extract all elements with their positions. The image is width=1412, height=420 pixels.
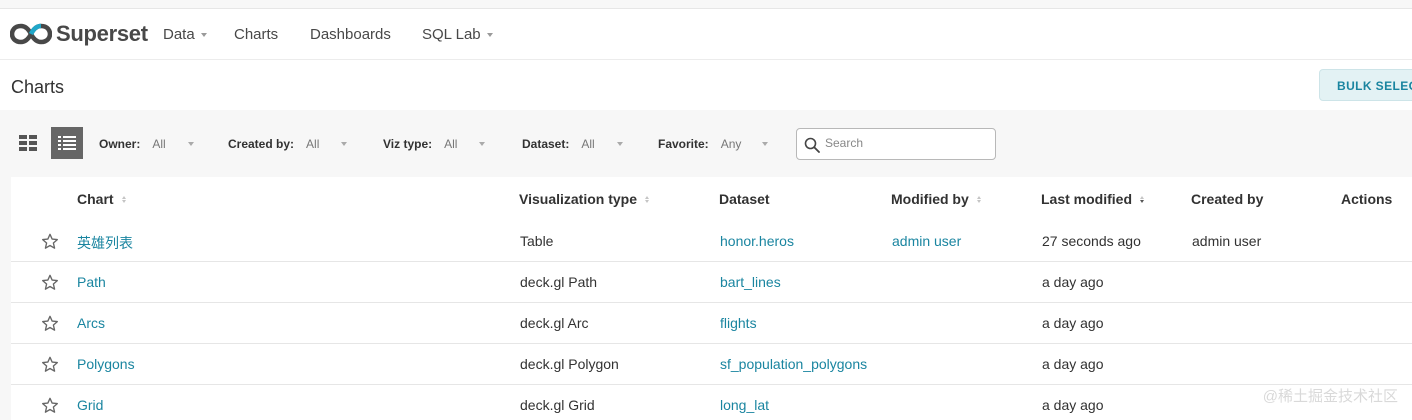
chart-name-link[interactable]: Arcs bbox=[77, 315, 105, 331]
star-icon[interactable] bbox=[41, 315, 59, 332]
viz-type-cell: deck.gl Path bbox=[520, 274, 598, 290]
column-header-label: Chart bbox=[77, 191, 114, 207]
chevron-down-icon bbox=[341, 142, 348, 146]
filter-dataset-value: All bbox=[581, 137, 595, 151]
nav-sql-lab-label: SQL Lab bbox=[422, 26, 481, 43]
nav-data-label: Data bbox=[163, 26, 195, 43]
dataset-link[interactable]: sf_population_polygons bbox=[720, 356, 867, 372]
column-header-last-modified[interactable]: Last modified bbox=[1041, 191, 1145, 207]
chevron-down-icon bbox=[616, 142, 623, 146]
last-modified-cell: a day ago bbox=[1042, 397, 1104, 413]
star-icon[interactable] bbox=[41, 397, 59, 414]
bulk-select-button[interactable]: BULK SELECT bbox=[1319, 69, 1412, 101]
superset-logo[interactable]: Superset bbox=[10, 21, 148, 47]
chart-name-link[interactable]: Grid bbox=[77, 397, 103, 413]
list-view-icon bbox=[58, 136, 76, 150]
filter-favorite-value: Any bbox=[720, 137, 742, 151]
last-modified-cell: a day ago bbox=[1042, 315, 1104, 331]
chart-name-link[interactable]: Path bbox=[77, 274, 106, 290]
star-icon[interactable] bbox=[41, 233, 59, 250]
grid-view-icon bbox=[19, 135, 37, 151]
filter-created-by-value: All bbox=[306, 137, 320, 151]
chevron-down-icon bbox=[200, 32, 207, 37]
sort-icon bbox=[121, 195, 126, 203]
filter-dataset-label: Dataset: bbox=[522, 137, 570, 151]
table-row[interactable]: Arcs deck.gl Arc flights a day ago bbox=[11, 303, 1412, 344]
column-header-dataset: Dataset bbox=[719, 191, 770, 207]
last-modified-cell: 27 seconds ago bbox=[1042, 233, 1141, 249]
filter-created-by[interactable]: Created by: All bbox=[228, 137, 348, 151]
chevron-down-icon bbox=[486, 32, 493, 37]
page-title: Charts bbox=[11, 77, 65, 97]
sort-icon bbox=[645, 195, 649, 203]
card-view-toggle[interactable] bbox=[12, 127, 44, 159]
chevron-down-icon bbox=[187, 142, 194, 146]
table-row[interactable]: Polygons deck.gl Polygon sf_population_p… bbox=[11, 344, 1412, 385]
dataset-link[interactable]: long_lat bbox=[720, 397, 769, 413]
filter-bar: Owner: All Created by: All Viz type: All… bbox=[0, 110, 1412, 176]
dataset-link[interactable]: flights bbox=[720, 315, 757, 331]
table-row[interactable]: Grid deck.gl Grid long_lat a day ago bbox=[11, 385, 1412, 420]
search-icon bbox=[804, 137, 820, 153]
filter-viz-type-value: All bbox=[444, 137, 458, 151]
filter-viz-type-label: Viz type: bbox=[383, 137, 433, 151]
filter-owner[interactable]: Owner: All bbox=[99, 137, 194, 151]
nav-data[interactable]: Data bbox=[163, 26, 207, 43]
nav-dashboards[interactable]: Dashboards bbox=[310, 26, 391, 43]
last-modified-cell: a day ago bbox=[1042, 274, 1104, 290]
table-row[interactable]: Path deck.gl Path bart_lines a day ago bbox=[11, 262, 1412, 303]
filter-favorite-label: Favorite: bbox=[658, 137, 709, 151]
page-header: Charts BULK SELECT bbox=[0, 60, 1412, 110]
created-by-cell: admin user bbox=[1192, 233, 1262, 249]
viz-type-cell: deck.gl Polygon bbox=[520, 356, 619, 372]
column-header-label: Actions bbox=[1341, 191, 1393, 207]
column-header-label: Created by bbox=[1191, 191, 1264, 207]
nav-charts-label: Charts bbox=[234, 26, 279, 43]
filter-created-by-label: Created by: bbox=[228, 137, 295, 151]
star-icon[interactable] bbox=[41, 274, 59, 291]
app-name: Superset bbox=[56, 21, 148, 46]
search-box[interactable] bbox=[796, 128, 996, 160]
filter-favorite[interactable]: Favorite: Any bbox=[658, 137, 769, 151]
star-icon[interactable] bbox=[41, 356, 59, 373]
nav-sql-lab[interactable]: SQL Lab bbox=[422, 26, 493, 43]
charts-table: Chart Visualization type Dataset Modifie… bbox=[11, 177, 1412, 420]
dataset-link[interactable]: bart_lines bbox=[720, 274, 781, 290]
filter-viz-type[interactable]: Viz type: All bbox=[383, 137, 486, 151]
watermark: @稀土掘金技术社区 bbox=[1262, 388, 1398, 405]
filter-owner-label: Owner: bbox=[99, 137, 141, 151]
modified-by-link[interactable]: admin user bbox=[892, 233, 961, 249]
table-row[interactable]: 英雄列表 Table honor.heros admin user 27 sec… bbox=[11, 221, 1412, 262]
chart-name-link[interactable]: Polygons bbox=[77, 356, 135, 372]
last-modified-cell: a day ago bbox=[1042, 356, 1104, 372]
chevron-down-icon bbox=[762, 142, 769, 146]
chart-name-link[interactable]: 英雄列表 bbox=[77, 233, 133, 253]
sort-icon bbox=[976, 195, 981, 203]
list-view-toggle[interactable] bbox=[51, 127, 83, 159]
top-navbar: Superset Data Charts Dashboards SQL Lab bbox=[0, 8, 1412, 60]
filter-owner-value: All bbox=[152, 137, 166, 151]
viz-type-cell: deck.gl Grid bbox=[520, 397, 595, 413]
filter-dataset[interactable]: Dataset: All bbox=[522, 137, 623, 151]
column-header-created-by: Created by bbox=[1191, 191, 1263, 207]
column-header-chart[interactable]: Chart bbox=[77, 191, 126, 207]
viz-type-cell: deck.gl Arc bbox=[520, 315, 589, 331]
sort-desc-icon bbox=[1140, 195, 1145, 203]
column-header-label: Dataset bbox=[719, 191, 770, 207]
column-header-visualization-type[interactable]: Visualization type bbox=[519, 191, 649, 207]
column-header-label: Last modified bbox=[1041, 191, 1133, 207]
search-input[interactable] bbox=[825, 136, 985, 150]
column-header-label: Visualization type bbox=[519, 191, 637, 207]
column-header-label: Modified by bbox=[891, 191, 969, 207]
column-header-modified-by[interactable]: Modified by bbox=[891, 191, 981, 207]
superset-logo-icon bbox=[10, 23, 52, 45]
dataset-link[interactable]: honor.heros bbox=[720, 233, 794, 249]
column-header-actions: Actions bbox=[1341, 191, 1392, 207]
nav-dashboards-label: Dashboards bbox=[310, 26, 391, 43]
chevron-down-icon bbox=[479, 142, 486, 146]
nav-charts[interactable]: Charts bbox=[234, 26, 278, 43]
viz-type-cell: Table bbox=[520, 233, 554, 249]
